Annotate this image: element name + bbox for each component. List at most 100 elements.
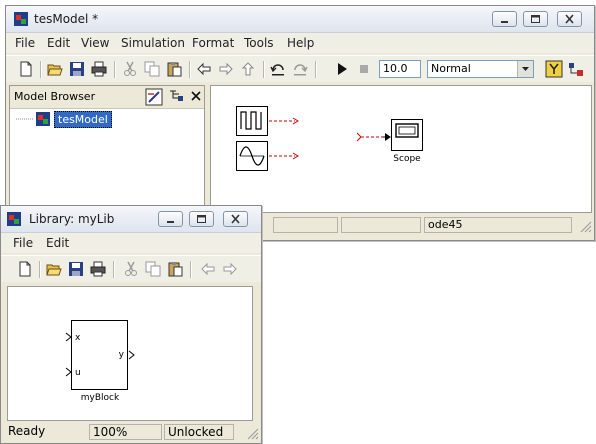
- save-icon[interactable]: [69, 61, 85, 77]
- toolbar-separator: [189, 61, 191, 78]
- resize-grip-icon[interactable]: [578, 219, 592, 233]
- model-browser-title: Model Browser: [14, 90, 96, 103]
- library-statusbar: Ready 100% Unlocked: [1, 422, 261, 442]
- library-browser-icon[interactable]: [545, 60, 563, 78]
- tree-item-tesmodel[interactable]: tesModel: [14, 111, 134, 128]
- save-icon[interactable]: [68, 261, 84, 277]
- maximize-icon: [531, 15, 540, 23]
- solver-status: ode45: [424, 217, 572, 233]
- menu-simulation[interactable]: Simulation: [121, 36, 185, 50]
- status-cell: [273, 217, 338, 233]
- redo-icon[interactable]: [292, 61, 308, 77]
- stop-time-input[interactable]: 10.0: [379, 60, 421, 78]
- library-canvas[interactable]: x u y myBlock: [7, 286, 253, 421]
- model-explorer-icon[interactable]: [567, 60, 585, 78]
- simulink-library-icon: [7, 212, 21, 226]
- scope-block-label: Scope: [393, 154, 421, 164]
- toolbar-separator: [40, 61, 42, 78]
- pulse-wave-icon: [240, 111, 262, 130]
- scope-input-signal[interactable]: [357, 131, 393, 143]
- toolbar-separator: [39, 261, 41, 278]
- copy-icon[interactable]: [145, 261, 161, 277]
- cut-icon[interactable]: [122, 61, 138, 77]
- maximize-icon: [197, 215, 206, 223]
- open-folder-icon[interactable]: [47, 61, 63, 77]
- back-arrow-icon[interactable]: [200, 261, 216, 277]
- menu-tools[interactable]: Tools: [244, 36, 274, 50]
- model-toolbar: 10.0 Normal: [6, 55, 594, 82]
- minimize-icon: [167, 221, 174, 223]
- model-window-title: tesModel *: [34, 12, 99, 26]
- library-window: Library: myLib File Edit x u y myBlock R…: [0, 205, 262, 444]
- forward-arrow-icon[interactable]: [218, 61, 234, 77]
- chevron-down-icon: [522, 67, 529, 71]
- run-icon[interactable]: [334, 61, 350, 77]
- menu-view[interactable]: View: [81, 36, 109, 50]
- close-icon[interactable]: [190, 90, 202, 102]
- print-icon[interactable]: [91, 61, 107, 77]
- menu-edit[interactable]: Edit: [46, 236, 69, 250]
- cut-icon[interactable]: [123, 261, 139, 277]
- toolbar-separator: [315, 61, 317, 78]
- menu-file[interactable]: File: [13, 236, 33, 250]
- maximize-button[interactable]: [189, 211, 214, 227]
- sine-wave-block[interactable]: [236, 141, 268, 171]
- myblock-block[interactable]: x u y: [71, 320, 128, 390]
- copy-icon[interactable]: [144, 61, 160, 77]
- status-cell: [341, 217, 421, 233]
- pulse-output-signal[interactable]: [269, 115, 301, 127]
- menu-edit[interactable]: Edit: [47, 36, 70, 50]
- close-button[interactable]: [223, 211, 248, 227]
- simulink-app-icon: [14, 12, 28, 26]
- zoom-status: 100%: [89, 424, 162, 440]
- library-toolbar: [1, 255, 261, 282]
- minimize-button[interactable]: [492, 11, 517, 27]
- port-arrow-y: [128, 350, 135, 360]
- model-menubar: File Edit View Simulation Format Tools H…: [6, 33, 594, 53]
- scope-block[interactable]: [391, 119, 423, 151]
- new-file-icon[interactable]: [17, 261, 33, 277]
- paste-icon[interactable]: [167, 261, 183, 277]
- model-browser-header: Model Browser: [10, 86, 204, 109]
- print-icon[interactable]: [90, 261, 106, 277]
- input-port-label: u: [75, 368, 81, 378]
- show-library-links-icon[interactable]: [145, 88, 163, 106]
- open-folder-icon[interactable]: [46, 261, 62, 277]
- sine-wave-icon: [239, 146, 265, 166]
- back-arrow-icon[interactable]: [196, 61, 212, 77]
- library-titlebar[interactable]: Library: myLib: [1, 206, 261, 233]
- close-button[interactable]: [557, 11, 582, 27]
- model-titlebar[interactable]: tesModel *: [6, 6, 594, 33]
- show-masked-icon[interactable]: [167, 88, 185, 106]
- toolbar-separator: [114, 61, 116, 78]
- forward-arrow-icon[interactable]: [222, 261, 238, 277]
- lock-status: Unlocked: [164, 424, 234, 440]
- output-port-label: y: [118, 350, 124, 360]
- dropdown-button[interactable]: [517, 61, 533, 77]
- close-icon: [565, 14, 574, 24]
- stop-icon[interactable]: [356, 61, 372, 77]
- model-browser-pane: Model Browser tesModel: [9, 85, 205, 213]
- paste-icon[interactable]: [166, 61, 182, 77]
- ready-status: Ready: [5, 424, 87, 440]
- pulse-generator-block[interactable]: [236, 106, 268, 136]
- toolbar-separator: [190, 261, 192, 278]
- menu-help[interactable]: Help: [287, 36, 314, 50]
- library-window-title: Library: myLib: [29, 212, 115, 226]
- resize-grip-icon[interactable]: [245, 426, 259, 440]
- up-arrow-icon[interactable]: [240, 61, 256, 77]
- simulation-mode-select[interactable]: Normal: [427, 60, 534, 78]
- toolbar-separator: [263, 61, 265, 78]
- maximize-button[interactable]: [523, 11, 548, 27]
- simulation-mode-value: Normal: [431, 62, 471, 75]
- menu-format[interactable]: Format: [192, 36, 234, 50]
- undo-icon[interactable]: [270, 61, 286, 77]
- input-port-label: x: [75, 333, 81, 343]
- model-canvas[interactable]: Scope: [210, 85, 592, 213]
- menu-file[interactable]: File: [15, 36, 35, 50]
- new-file-icon[interactable]: [18, 61, 34, 77]
- block-name-label: myBlock: [80, 393, 120, 403]
- minimize-button[interactable]: [158, 211, 183, 227]
- sine-output-signal[interactable]: [269, 150, 301, 162]
- model-icon: [36, 112, 50, 126]
